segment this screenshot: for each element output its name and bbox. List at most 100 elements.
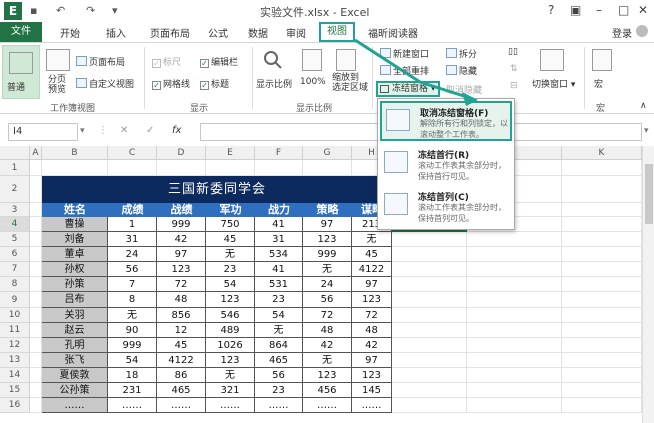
column-header-c[interactable]: C	[108, 146, 157, 160]
table-header-cell[interactable]: 策略	[303, 203, 352, 217]
column-header-b[interactable]: B	[42, 146, 108, 160]
grid-cell[interactable]	[30, 262, 42, 277]
table-data-cell[interactable]: 231	[108, 383, 157, 398]
ruler-checkbox[interactable]: ✓ 标尺	[152, 55, 181, 68]
table-data-cell[interactable]: 56	[108, 262, 157, 277]
grid-cell[interactable]	[467, 398, 562, 413]
table-data-cell[interactable]: 531	[255, 277, 303, 292]
scroll-thumb[interactable]	[645, 164, 653, 224]
row-header-15[interactable]: 15	[0, 383, 30, 398]
row-header-4[interactable]: 4	[0, 217, 30, 232]
zoom-magnifier-icon[interactable]	[262, 49, 284, 71]
table-data-cell[interactable]: 856	[157, 308, 206, 323]
table-data-cell[interactable]: 999	[108, 338, 157, 353]
table-header-cell[interactable]: 战力	[255, 203, 303, 217]
table-data-cell[interactable]: 1026	[206, 338, 255, 353]
table-name-cell[interactable]: ……	[42, 398, 108, 413]
table-name-cell[interactable]: 曹操	[42, 217, 108, 232]
row-header-7[interactable]: 7	[0, 262, 30, 277]
table-data-cell[interactable]: 48	[352, 323, 392, 338]
table-data-cell[interactable]: 45	[352, 247, 392, 262]
table-data-cell[interactable]: 456	[303, 383, 352, 398]
table-data-cell[interactable]: 97	[157, 247, 206, 262]
zoom-100-button[interactable]: 100%	[300, 77, 326, 87]
select-all-corner[interactable]	[0, 146, 30, 160]
grid-cell[interactable]	[467, 292, 562, 308]
help-button[interactable]: ?	[548, 3, 554, 17]
split-button[interactable]: 拆分	[446, 47, 477, 60]
headings-checkbox[interactable]: ✓ 标题	[200, 77, 229, 90]
table-data-cell[interactable]: 无	[206, 368, 255, 383]
table-data-cell[interactable]: 24	[303, 277, 352, 292]
minimize-button[interactable]: –	[596, 3, 602, 17]
column-header-a[interactable]: A	[30, 146, 42, 160]
grid-cell[interactable]	[467, 338, 562, 353]
row-header-12[interactable]: 12	[0, 338, 30, 353]
table-name-cell[interactable]: 吕布	[42, 292, 108, 308]
grid-cell[interactable]	[562, 176, 642, 203]
row-header-5[interactable]: 5	[0, 232, 30, 247]
grid-cell[interactable]	[392, 277, 467, 292]
table-data-cell[interactable]: 54	[206, 277, 255, 292]
table-data-cell[interactable]: 123	[352, 292, 392, 308]
row-header-10[interactable]: 10	[0, 308, 30, 323]
tab-insert[interactable]: 插入	[106, 25, 126, 40]
table-data-cell[interactable]: 54	[108, 353, 157, 368]
table-data-cell[interactable]: 489	[206, 323, 255, 338]
zoom-100-icon[interactable]	[302, 49, 322, 71]
grid-cell[interactable]	[392, 323, 467, 338]
column-header-g[interactable]: G	[303, 146, 352, 160]
macros-icon[interactable]	[592, 49, 612, 71]
table-data-cell[interactable]: 56	[255, 368, 303, 383]
table-data-cell[interactable]: 48	[303, 323, 352, 338]
confirm-entry-icon[interactable]: ✓	[146, 125, 154, 136]
unfreeze-panes-item[interactable]: 取消冻结窗格(F) 解除所有行和列锁定，以滚动整个工作表。	[380, 101, 512, 141]
table-data-cell[interactable]: 97	[352, 277, 392, 292]
table-data-cell[interactable]: ……	[206, 398, 255, 413]
grid-cell[interactable]	[30, 353, 42, 368]
table-data-cell[interactable]: 无	[206, 247, 255, 262]
gridlines-checkbox[interactable]: ✓ 网格线	[152, 77, 190, 90]
switch-windows-icon[interactable]	[540, 49, 564, 71]
collapse-ribbon-icon[interactable]: ∧	[640, 101, 647, 111]
table-data-cell[interactable]: ……	[108, 398, 157, 413]
grid-cell[interactable]	[30, 368, 42, 383]
grid-cell[interactable]	[206, 160, 255, 176]
grid-cell[interactable]	[30, 176, 42, 203]
table-data-cell[interactable]: ……	[303, 398, 352, 413]
table-header-cell[interactable]: 成绩	[108, 203, 157, 217]
grid-cell[interactable]	[30, 160, 42, 176]
table-data-cell[interactable]: 123	[303, 368, 352, 383]
table-data-cell[interactable]: 465	[157, 383, 206, 398]
grid-cell[interactable]	[467, 308, 562, 323]
grid-cell[interactable]	[30, 277, 42, 292]
freeze-panes-button[interactable]: 冻结窗格 ▾	[376, 81, 440, 97]
grid-cell[interactable]	[562, 217, 642, 232]
name-box-dropdown-icon[interactable]: ▾	[80, 126, 85, 136]
grid-cell[interactable]	[562, 398, 642, 413]
table-data-cell[interactable]: 31	[255, 232, 303, 247]
tab-data[interactable]: 数据	[248, 25, 268, 40]
table-data-cell[interactable]: 750	[206, 217, 255, 232]
table-data-cell[interactable]: 23	[206, 262, 255, 277]
zoom-to-selection-button[interactable]: 缩放到 选定区域	[332, 73, 368, 93]
save-icon[interactable]: ▪	[30, 4, 37, 17]
table-data-cell[interactable]: 23	[255, 383, 303, 398]
table-data-cell[interactable]: 42	[303, 338, 352, 353]
row-header-16[interactable]: 16	[0, 398, 30, 413]
new-window-button[interactable]: 新建窗口	[380, 47, 429, 60]
hide-button[interactable]: 隐藏	[446, 64, 477, 77]
arrange-all-button[interactable]: 全部重排	[380, 64, 429, 77]
zoom-selection-icon[interactable]	[336, 49, 356, 71]
grid-cell[interactable]	[255, 160, 303, 176]
close-button[interactable]: ✕	[638, 3, 648, 17]
grid-cell[interactable]	[467, 247, 562, 262]
grid-cell[interactable]	[562, 203, 642, 217]
grid-cell[interactable]	[562, 338, 642, 353]
table-data-cell[interactable]: 72	[352, 308, 392, 323]
table-data-cell[interactable]: 12	[157, 323, 206, 338]
grid-cell[interactable]	[30, 232, 42, 247]
table-header-cell[interactable]: 军功	[206, 203, 255, 217]
grid-cell[interactable]	[30, 338, 42, 353]
table-data-cell[interactable]: 465	[255, 353, 303, 368]
